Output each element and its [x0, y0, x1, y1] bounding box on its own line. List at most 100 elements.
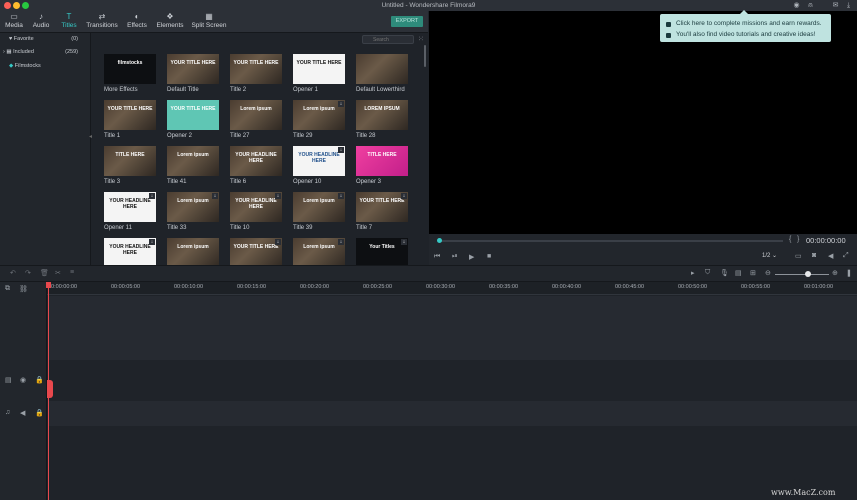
- thumbnail-title-text: Lorem ipsum: [177, 198, 209, 204]
- play-icon[interactable]: ▶: [469, 253, 474, 261]
- tab-effects[interactable]: ◐ Effects: [125, 12, 149, 32]
- search-input[interactable]: [362, 35, 414, 44]
- download-icon[interactable]: ↓: [338, 239, 344, 245]
- adjust-icon[interactable]: ≡: [70, 269, 74, 276]
- title-thumbnail[interactable]: Lorem ipsum ↓: [293, 238, 345, 265]
- render-icon[interactable]: ▸: [691, 269, 695, 277]
- zoom-slider-handle[interactable]: [805, 271, 811, 277]
- download-icon[interactable]: ↓: [401, 193, 407, 199]
- title-thumbnail[interactable]: YOUR TITLE HERE ↓: [356, 192, 408, 222]
- marker-icon[interactable]: ⛉: [705, 269, 710, 277]
- lightbulb-icon[interactable]: ◉: [792, 1, 801, 10]
- playhead-grip[interactable]: [47, 380, 53, 398]
- tab-titles[interactable]: T Titles: [59, 12, 79, 32]
- volume-icon[interactable]: ◀: [828, 252, 833, 260]
- watermark: www.MacZ.com: [771, 488, 836, 497]
- title-thumbnail[interactable]: Lorem ipsum ↓: [293, 100, 345, 130]
- snapshot-timeline-icon[interactable]: ⊞: [750, 269, 756, 277]
- download-icon[interactable]: ↓: [338, 193, 344, 199]
- voiceover-icon[interactable]: ▤: [735, 269, 742, 277]
- bracket-right-icon[interactable]: }: [797, 236, 799, 243]
- link-icon[interactable]: ⛓: [19, 285, 28, 293]
- title-thumbnail[interactable]: TITLE HERE: [356, 146, 408, 176]
- title-thumbnail[interactable]: Lorem ipsum: [167, 238, 219, 265]
- stop-icon[interactable]: ■: [487, 253, 491, 260]
- fullscreen-icon[interactable]: ⤢: [843, 252, 849, 260]
- zoom-out-icon[interactable]: ⊖: [765, 269, 771, 277]
- add-track-icon[interactable]: ⧉: [5, 285, 10, 293]
- preview-scrub-track[interactable]: [438, 240, 783, 242]
- title-thumbnail[interactable]: YOUR TITLE HERE: [104, 100, 156, 130]
- thumbnail-title-text: YOUR TITLE HERE: [170, 60, 216, 66]
- grid-view-icon[interactable]: ⁙: [418, 35, 424, 43]
- sidebar-item-filmstocks[interactable]: ◆ Filmstocks: [0, 60, 90, 73]
- delete-icon[interactable]: 🗑: [40, 269, 49, 277]
- play-pause-icon[interactable]: ⏯: [452, 253, 458, 261]
- title-thumbnail[interactable]: YOUR TITLE HERE: [167, 54, 219, 84]
- lock-icon[interactable]: 🔒: [35, 409, 44, 417]
- download-icon[interactable]: ↓: [149, 193, 155, 199]
- thumbnail-title-text: YOUR HEADLINE HERE: [109, 198, 151, 210]
- redo-icon[interactable]: ↷: [25, 269, 31, 277]
- tab-transitions[interactable]: ⇄ Transitions: [85, 12, 119, 32]
- eye-icon[interactable]: ◉: [20, 376, 26, 384]
- title-thumbnail[interactable]: Lorem ipsum: [167, 146, 219, 176]
- title-thumbnail[interactable]: Lorem ipsum: [230, 100, 282, 130]
- undo-icon[interactable]: ↶: [10, 269, 16, 277]
- cut-icon[interactable]: ✂: [55, 269, 61, 277]
- title-thumbnail[interactable]: YOUR TITLE HERE ↓: [230, 238, 282, 265]
- title-thumbnail[interactable]: TITLE HERE: [104, 146, 156, 176]
- title-thumbnail[interactable]: Your Titles ↓: [356, 238, 408, 265]
- download-icon[interactable]: ↓: [275, 193, 281, 199]
- audio-track-1[interactable]: [48, 401, 857, 426]
- speaker-icon[interactable]: ◀: [20, 409, 25, 417]
- sidebar-item-favorite[interactable]: ♥ Favorite (0): [0, 33, 90, 46]
- title-thumbnail[interactable]: YOUR TITLE HERE: [230, 54, 282, 84]
- snapshot-icon[interactable]: ◙: [812, 252, 816, 259]
- export-button[interactable]: EXPORT: [391, 16, 423, 27]
- download-icon[interactable]: ↓: [149, 239, 155, 245]
- title-thumbnail[interactable]: [356, 54, 408, 84]
- playhead-marker[interactable]: [46, 282, 51, 288]
- preview-quality-select[interactable]: 1/2 ⌄: [762, 252, 777, 259]
- zoom-slider-track[interactable]: [775, 274, 829, 275]
- download-icon[interactable]: ↓: [338, 147, 344, 153]
- title-thumbnail[interactable]: YOUR TITLE HERE: [167, 100, 219, 130]
- title-thumbnail[interactable]: LOREM IPSUM: [356, 100, 408, 130]
- tab-split-screen[interactable]: ▦ Split Screen: [191, 12, 227, 32]
- video-track-1[interactable]: [48, 296, 857, 360]
- bracket-left-icon[interactable]: {: [789, 236, 791, 243]
- title-thumbnail[interactable]: YOUR TITLE HERE: [293, 54, 345, 84]
- title-thumbnail[interactable]: YOUR HEADLINE HERE: [230, 146, 282, 176]
- title-thumbnail[interactable]: filmstocks: [104, 54, 156, 84]
- sidebar-item-included[interactable]: › ▦ Included (259): [0, 46, 90, 59]
- library-scrollbar[interactable]: [424, 45, 426, 67]
- download-icon[interactable]: ↓: [212, 193, 218, 199]
- preview-scrub-handle[interactable]: [437, 238, 442, 243]
- download-icon[interactable]: ↓: [275, 239, 281, 245]
- title-thumbnail[interactable]: Lorem ipsum ↓: [167, 192, 219, 222]
- microphone-icon[interactable]: 🎙: [720, 269, 729, 277]
- download-icon[interactable]: ↓: [401, 239, 407, 245]
- video-track-2[interactable]: [48, 362, 857, 400]
- lock-icon[interactable]: 🔒: [35, 376, 44, 384]
- pause-timeline-icon[interactable]: ❚: [846, 269, 852, 277]
- tab-audio[interactable]: ♪ Audio: [31, 12, 51, 32]
- zoom-in-icon[interactable]: ⊕: [832, 269, 838, 277]
- title-thumbnail[interactable]: YOUR HEADLINE HERE ↓: [293, 146, 345, 176]
- mission-tooltip[interactable]: Click here to complete missions and earn…: [660, 14, 831, 42]
- title-thumbnail[interactable]: YOUR HEADLINE HERE ↓: [104, 192, 156, 222]
- tab-elements[interactable]: ❖ Elements: [155, 12, 185, 32]
- title-thumbnail[interactable]: YOUR HEADLINE HERE ↓: [230, 192, 282, 222]
- mail-icon[interactable]: ✉: [831, 1, 840, 10]
- mission-line-1: Click here to complete missions and earn…: [676, 20, 822, 27]
- window-title: Untitled - Wondershare Filmora9: [381, 2, 476, 9]
- download-icon[interactable]: ⤓: [844, 1, 853, 10]
- display-icon[interactable]: ▭: [795, 252, 802, 260]
- account-icon[interactable]: ⍝: [806, 1, 815, 10]
- step-back-icon[interactable]: ⏮: [434, 253, 440, 261]
- download-icon[interactable]: ↓: [338, 101, 344, 107]
- tab-media[interactable]: ▭ Media: [4, 12, 24, 32]
- title-thumbnail[interactable]: Lorem ipsum ↓: [293, 192, 345, 222]
- title-thumbnail[interactable]: YOUR HEADLINE HERE ↓: [104, 238, 156, 265]
